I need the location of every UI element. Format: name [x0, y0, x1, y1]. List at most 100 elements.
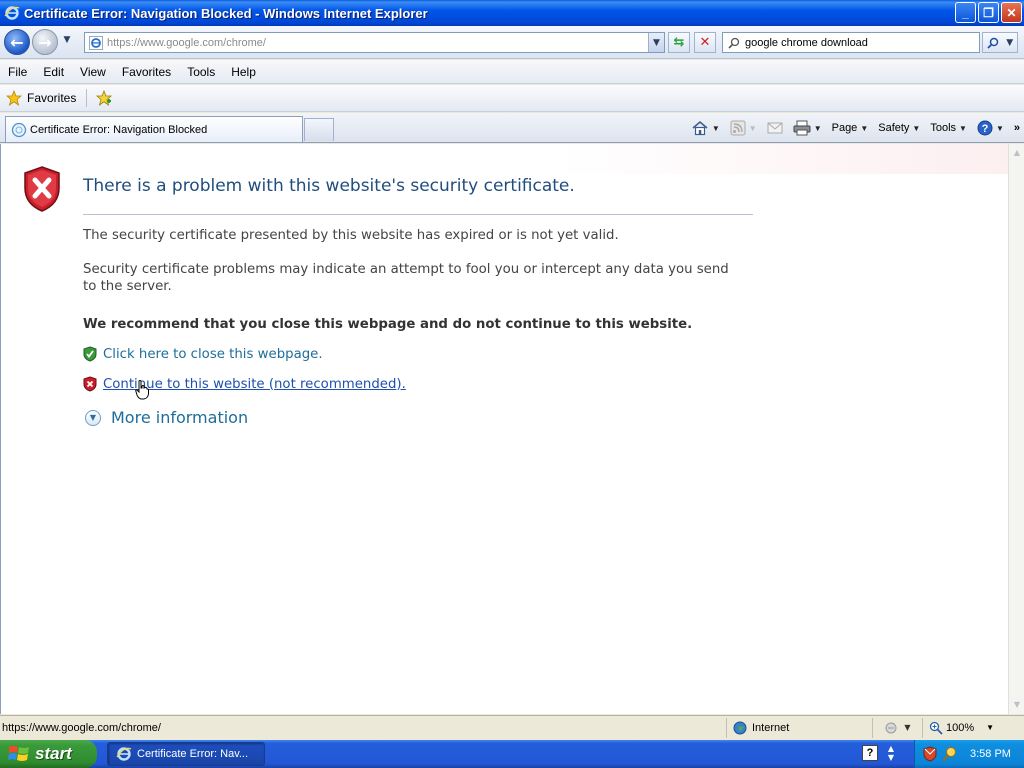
back-button[interactable]: ← — [4, 29, 30, 55]
page-content: There is a problem with this website's s… — [0, 144, 1009, 714]
close-webpage-link[interactable]: Click here to close this webpage. — [83, 346, 323, 362]
clock[interactable]: 3:58 PM — [970, 748, 1011, 760]
start-label: start — [35, 744, 72, 763]
forward-button[interactable]: → — [32, 29, 58, 55]
menu-file[interactable]: File — [0, 65, 35, 79]
window-title-bar[interactable]: Certificate Error: Navigation Blocked - … — [0, 0, 1024, 26]
chevron-down-icon: ▼ — [904, 723, 911, 732]
show-hidden-icons-button[interactable]: ▲ ▼ — [884, 744, 898, 764]
content-top-glow — [1, 144, 1009, 174]
chevron-down-icon: ▼ — [986, 723, 995, 732]
safety-menu-label: Safety — [878, 122, 910, 134]
search-button[interactable]: ▼ — [982, 32, 1018, 53]
system-tray: 3:58 PM — [914, 740, 1024, 768]
window-title: Certificate Error: Navigation Blocked - … — [24, 5, 428, 21]
vertical-scrollbar[interactable]: ▲ ▼ — [1008, 144, 1024, 714]
red-shield-icon — [83, 376, 97, 392]
stop-icon: ✕ — [699, 35, 711, 50]
search-input[interactable]: google chrome download — [722, 32, 980, 53]
chevron-down-icon: ▼ — [912, 123, 921, 133]
favorites-star-icon — [6, 90, 22, 106]
ie-logo-icon — [4, 6, 20, 20]
menu-bar: File Edit View Favorites Tools Help — [0, 60, 1024, 84]
address-bar[interactable]: https://www.google.com/chrome/ ▼ — [84, 32, 665, 53]
title-divider — [83, 214, 753, 215]
menu-edit[interactable]: Edit — [35, 65, 72, 79]
protected-mode-icon — [885, 722, 897, 733]
page-menu-button[interactable]: Page ▼ — [832, 122, 869, 134]
new-tab-button[interactable] — [304, 118, 334, 141]
ie-logo-icon — [116, 747, 132, 761]
read-mail-button[interactable] — [767, 121, 783, 135]
scroll-down-icon[interactable]: ▼ — [1010, 698, 1024, 712]
chevron-down-icon: ▼ — [653, 37, 660, 48]
tab-label: Certificate Error: Navigation Blocked — [30, 123, 208, 136]
feeds-button[interactable]: ▼ — [730, 120, 757, 136]
stop-button[interactable]: ✕ — [694, 32, 716, 53]
favorites-bar: Favorites — [0, 85, 1024, 112]
rss-feed-icon — [730, 120, 746, 136]
search-options-icon[interactable]: ▼ — [1006, 38, 1013, 48]
chevron-down-icon: ▼ — [959, 123, 967, 133]
globe-icon — [733, 721, 747, 734]
windows-flag-icon — [8, 746, 29, 761]
security-zone[interactable]: Internet — [726, 717, 872, 738]
home-button[interactable]: ▼ — [691, 120, 720, 136]
tools-menu-button[interactable]: Tools ▼ — [930, 122, 967, 134]
help-button[interactable]: ? ▼ — [977, 120, 1004, 136]
scroll-up-icon[interactable]: ▲ — [1010, 146, 1024, 160]
help-tray-icon[interactable]: ? — [862, 745, 878, 761]
maximize-button[interactable]: ❐ — [978, 2, 999, 23]
command-bar: ▼ ▼ ▼ Page ▼ Safety ▼ Tools ▼ ? ▼ » — [681, 116, 1020, 140]
close-window-button[interactable]: ✕ — [1001, 2, 1022, 23]
favorites-button[interactable]: Favorites — [27, 91, 76, 105]
search-go-icon — [987, 37, 999, 49]
expand-chevron-icon: ▼ — [85, 409, 101, 426]
menu-view[interactable]: View — [72, 65, 114, 79]
start-button[interactable]: start — [0, 740, 97, 768]
refresh-icon: ⇆ — [673, 35, 685, 50]
more-information-toggle[interactable]: ▼ More information — [85, 408, 248, 427]
address-dropdown-button[interactable]: ▼ — [648, 33, 664, 52]
warning-text: Security certificate problems may indica… — [83, 262, 729, 294]
menu-favorites[interactable]: Favorites — [114, 65, 179, 79]
taskbar-ie-window[interactable]: Certificate Error: Nav... — [107, 742, 265, 766]
zoom-label: 100% — [946, 721, 975, 734]
favorites-divider — [86, 89, 88, 107]
print-button[interactable]: ▼ — [793, 120, 822, 136]
more-commands-button[interactable]: » — [1014, 122, 1020, 134]
search-tray-icon[interactable] — [942, 746, 958, 762]
zoom-level[interactable]: 100% ▼ — [922, 717, 1006, 738]
tab-certificate-error[interactable]: Certificate Error: Navigation Blocked — [5, 116, 303, 142]
chevron-down-icon: ▼ — [813, 123, 822, 133]
status-url: https://www.google.com/chrome/ — [2, 721, 161, 734]
refresh-button[interactable]: ⇆ — [668, 32, 690, 53]
page-menu-label: Page — [831, 122, 858, 134]
minimize-button[interactable]: _ — [955, 2, 976, 23]
safety-menu-button[interactable]: Safety ▼ — [878, 122, 920, 134]
help-icon: ? — [977, 120, 993, 136]
search-icon — [728, 37, 740, 49]
continue-to-website-link[interactable]: Continue to this website (not recommende… — [83, 376, 406, 392]
home-icon — [692, 120, 708, 136]
recent-pages-dropdown[interactable]: ▼ — [61, 35, 73, 49]
zoom-icon — [929, 721, 943, 735]
menu-help[interactable]: Help — [223, 65, 264, 79]
add-to-favorites-icon[interactable] — [95, 89, 113, 107]
printer-icon — [793, 120, 811, 136]
close-webpage-label: Click here to close this webpage. — [103, 346, 323, 362]
status-bar: https://www.google.com/chrome/ Internet … — [0, 715, 1024, 739]
more-information-label: More information — [111, 408, 249, 427]
chevron-down-icon: ▼ — [860, 123, 869, 133]
back-arrow-icon: ← — [10, 32, 24, 52]
security-zone-label: Internet — [752, 721, 790, 734]
page-title: There is a problem with this website's s… — [83, 176, 575, 196]
network-shield-tray-icon[interactable] — [922, 746, 938, 762]
tab-bar: Certificate Error: Navigation Blocked ▼ … — [0, 113, 1024, 143]
protected-mode-indicator[interactable]: ▼ — [872, 717, 922, 738]
chevron-down-icon: ▼ — [748, 123, 757, 133]
menu-tools[interactable]: Tools — [179, 65, 223, 79]
chevron-down-icon: ▼ — [711, 123, 720, 133]
recommendation-text: We recommend that you close this webpage… — [83, 317, 693, 332]
chevron-double-right-icon: » — [1013, 122, 1020, 134]
